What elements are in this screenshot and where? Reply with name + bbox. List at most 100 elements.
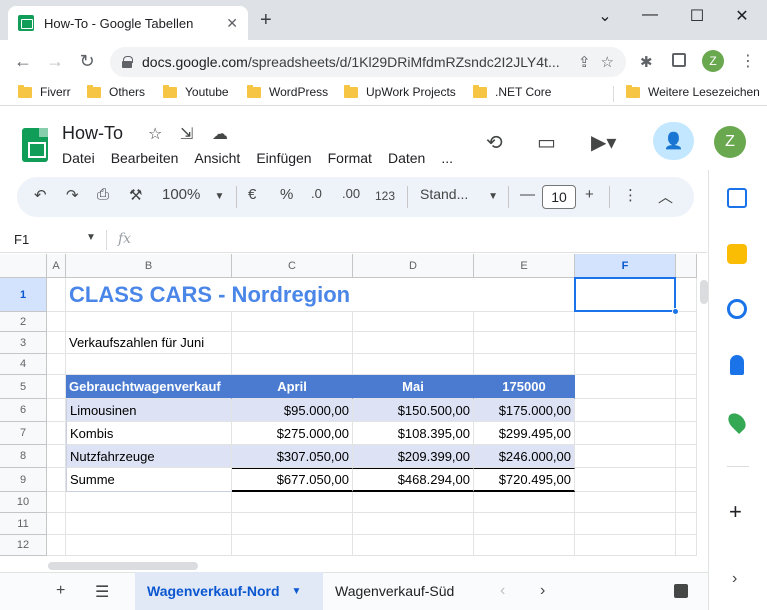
cell[interactable] <box>47 312 66 332</box>
row-header-2[interactable]: 2 <box>0 312 47 332</box>
maximize-button[interactable]: ☐ <box>682 6 712 26</box>
cell[interactable] <box>575 513 676 535</box>
cell[interactable] <box>676 468 697 492</box>
cell[interactable] <box>47 354 66 375</box>
name-box-dropdown-icon[interactable]: ▼ <box>86 232 96 243</box>
cell[interactable] <box>353 312 474 332</box>
extensions-puzzle-icon[interactable]: ✱ <box>640 53 653 71</box>
table-cell[interactable]: $275.000,00 <box>232 422 353 445</box>
cell[interactable] <box>474 278 575 312</box>
cell[interactable] <box>47 278 66 312</box>
column-header-c[interactable]: C <box>232 254 353 278</box>
move-folder-icon[interactable]: ⇲ <box>180 124 193 144</box>
table-header-cell[interactable]: April <box>232 375 353 399</box>
row-header-3[interactable]: 3 <box>0 332 47 354</box>
version-history-icon[interactable]: ⟲ <box>486 130 503 155</box>
bookmark-star-icon[interactable]: ☆ <box>601 53 614 71</box>
tasks-icon[interactable] <box>727 299 747 319</box>
row-header-9[interactable]: 9 <box>0 468 47 492</box>
undo-icon[interactable]: ↶ <box>34 186 47 204</box>
cell[interactable] <box>47 445 66 468</box>
contacts-icon[interactable] <box>730 355 744 375</box>
row-header-12[interactable]: 12 <box>0 535 47 556</box>
table-cell[interactable]: $246.000,00 <box>474 445 575 468</box>
cell[interactable] <box>676 535 697 556</box>
decrease-decimal-button[interactable]: .0 <box>311 186 322 201</box>
cell[interactable] <box>575 422 676 445</box>
font-size-input[interactable]: 10 <box>542 185 576 209</box>
cell[interactable] <box>474 535 575 556</box>
cell[interactable] <box>676 375 697 399</box>
bookmark-youtube[interactable]: Youtube <box>163 84 229 99</box>
cell[interactable] <box>353 513 474 535</box>
cell[interactable] <box>474 513 575 535</box>
cell[interactable] <box>575 399 676 422</box>
tab-search-icon[interactable]: ⌄ <box>590 6 620 26</box>
table-cell[interactable]: Limousinen <box>66 399 232 422</box>
row-header-10[interactable]: 10 <box>0 492 47 513</box>
cell[interactable] <box>575 354 676 375</box>
fill-handle[interactable] <box>672 308 679 315</box>
cell[interactable] <box>47 468 66 492</box>
cell[interactable] <box>676 445 697 468</box>
row-header-1[interactable]: 1 <box>0 278 47 312</box>
cell[interactable] <box>66 312 232 332</box>
reload-icon[interactable]: ↻ <box>76 51 98 72</box>
cell[interactable] <box>47 422 66 445</box>
sheet-tab-active[interactable]: Wagenverkauf-Nord ▼ <box>135 572 323 610</box>
horizontal-scroll-thumb[interactable] <box>48 562 198 570</box>
cell[interactable] <box>232 332 353 354</box>
bookmark-wordpress[interactable]: WordPress <box>247 84 328 99</box>
cell[interactable] <box>353 492 474 513</box>
explore-icon[interactable] <box>674 584 688 598</box>
currency-button[interactable]: € <box>248 186 256 203</box>
font-select[interactable]: Stand... ▼ <box>420 186 498 202</box>
cell[interactable] <box>474 312 575 332</box>
cell[interactable] <box>676 513 697 535</box>
url-text[interactable]: docs.google.com/spreadsheets/d/1Kl29DRiM… <box>142 54 568 70</box>
cell[interactable] <box>353 332 474 354</box>
cell[interactable] <box>47 492 66 513</box>
cell[interactable] <box>575 445 676 468</box>
cell[interactable] <box>232 312 353 332</box>
table-cell[interactable]: $175.000,00 <box>474 399 575 422</box>
row-header-7[interactable]: 7 <box>0 422 47 445</box>
redo-icon[interactable]: ↷ <box>66 186 79 204</box>
meet-video-icon[interactable]: ▶▾ <box>591 130 616 155</box>
select-all-corner[interactable] <box>0 254 47 278</box>
close-window-button[interactable]: ✕ <box>727 6 757 26</box>
document-title[interactable]: How-To <box>62 123 123 144</box>
percent-button[interactable]: % <box>280 186 293 203</box>
cell[interactable] <box>47 399 66 422</box>
cell[interactable] <box>47 513 66 535</box>
bookmark-fiverr[interactable]: Fiverr <box>18 84 71 99</box>
cell[interactable] <box>575 312 676 332</box>
table-cell[interactable]: $299.495,00 <box>474 422 575 445</box>
cloud-status-icon[interactable]: ☁ <box>212 124 228 144</box>
menu-einfuegen[interactable]: Einfügen <box>256 150 311 166</box>
total-row-cell[interactable]: $468.294,00 <box>353 468 474 492</box>
number-format-button[interactable]: 123 <box>375 189 395 203</box>
all-sheets-icon[interactable]: ☰ <box>95 582 109 602</box>
total-row-cell[interactable]: Summe <box>66 468 232 492</box>
row-header-4[interactable]: 4 <box>0 354 47 375</box>
cell[interactable] <box>474 354 575 375</box>
cell[interactable] <box>66 535 232 556</box>
share-button[interactable]: 👤 <box>653 122 694 160</box>
menu-format[interactable]: Format <box>328 150 372 166</box>
scroll-tabs-right-icon[interactable]: › <box>540 582 545 600</box>
row-header-11[interactable]: 11 <box>0 513 47 535</box>
menu-more[interactable]: ... <box>441 150 453 166</box>
browser-tab[interactable]: How-To - Google Tabellen ✕ <box>8 6 248 40</box>
cell[interactable] <box>575 468 676 492</box>
cell[interactable] <box>676 422 697 445</box>
tab-close-icon[interactable]: ✕ <box>226 15 238 32</box>
bookmark-upwork[interactable]: UpWork Projects <box>344 84 456 99</box>
decrease-font-size-icon[interactable]: — <box>520 186 535 203</box>
cell[interactable] <box>232 354 353 375</box>
cell[interactable] <box>575 492 676 513</box>
paint-format-icon[interactable]: ⚒ <box>129 186 142 204</box>
row-header-6[interactable]: 6 <box>0 399 47 422</box>
cell[interactable] <box>676 492 697 513</box>
name-box[interactable]: F1 <box>14 232 29 247</box>
